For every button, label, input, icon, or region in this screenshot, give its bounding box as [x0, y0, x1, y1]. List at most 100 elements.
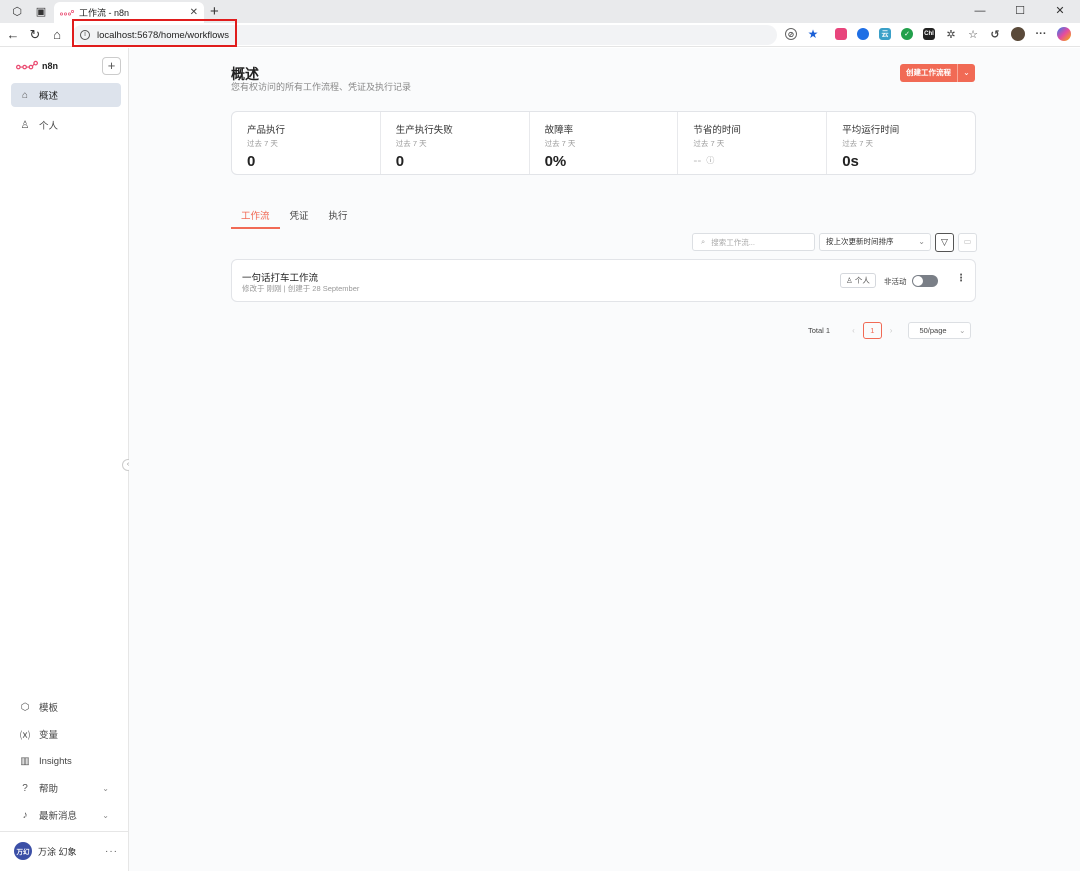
content-tabs: 工作流 凭证 执行 [231, 208, 358, 229]
page-size-value: 50/page [919, 325, 947, 335]
favorites-icon[interactable]: ☆ [967, 28, 979, 41]
profile-avatar-icon[interactable] [1011, 27, 1025, 41]
chevron-down-icon: ⌄ [102, 810, 109, 820]
stat-time-saved[interactable]: 节省的时间 过去 7 天 -- ⓘ [678, 112, 828, 174]
chevron-down-icon: ⌄ [918, 237, 925, 246]
browser-extensions: ⊘ ★ 云 ✓ ChI ✲ ☆ ↺ ··· [785, 27, 1071, 41]
close-tab-icon[interactable]: ✕ [190, 7, 198, 18]
extension-app-icon[interactable] [835, 28, 847, 40]
filter-button[interactable]: ▽ [935, 233, 954, 252]
search-icon: ⌕ [701, 237, 706, 246]
minimize-button[interactable]: — [960, 0, 1000, 23]
search-placeholder: 搜索工作流... [711, 237, 755, 247]
workflow-menu-icon[interactable]: ⋮ [956, 273, 966, 284]
tab-actions-icon[interactable]: ▣ [34, 5, 48, 19]
toggle-knob [913, 276, 923, 286]
sidebar-item-label: 帮助 [39, 784, 59, 795]
workflow-meta: 修改于 刚刚 | 创建于 28 September [242, 284, 360, 293]
user-name: 万涂 幻象 [38, 846, 77, 857]
stat-prod-executions[interactable]: 产品执行 过去 7 天 0 [232, 112, 381, 174]
sidebar-item-label: Insights [39, 755, 72, 767]
workspaces-icon[interactable]: ⬡ [10, 5, 24, 19]
sort-select[interactable]: 按上次更新时间排序 ⌄ [819, 233, 931, 251]
stat-period: 过去 7 天 [842, 139, 874, 148]
brand-logo[interactable]: n8n [16, 60, 58, 71]
page-number-button[interactable]: 1 [862, 321, 882, 339]
sidebar-item-overview[interactable]: ⌂ 概述 [11, 83, 121, 107]
url-highlight-annotation [72, 19, 237, 47]
workflow-row[interactable]: 一句话打车工作流 修改于 刚刚 | 创建于 28 September ♙ 个人 … [231, 259, 976, 302]
sidebar-item-variables[interactable]: ⒳ 变量 [11, 722, 121, 746]
browser-menu-icon[interactable]: ··· [1035, 28, 1047, 40]
sidebar-item-label: 最新消息 [39, 811, 78, 822]
stat-title: 生产执行失败 [395, 125, 453, 136]
favorite-star-icon[interactable]: ★ [807, 27, 819, 41]
stat-value: 0 [247, 153, 256, 170]
prev-page-icon[interactable]: ‹ [852, 326, 855, 335]
stat-period: 过去 7 天 [247, 139, 278, 148]
stat-value: 0s [842, 153, 859, 170]
chart-icon: ▥ [20, 755, 30, 767]
stat-failed-executions[interactable]: 生产执行失败 过去 7 天 0 [381, 112, 530, 174]
sidebar-item-help[interactable]: ? 帮助 ⌄ [11, 776, 121, 800]
sidebar-item-label: 变量 [39, 730, 59, 741]
chevron-down-icon: ⌄ [102, 783, 109, 793]
maximize-button[interactable]: ☐ [1000, 0, 1040, 23]
back-icon[interactable]: ← [2, 27, 24, 42]
stat-period: 过去 7 天 [693, 139, 725, 148]
sidebar-item-whats-new[interactable]: ♪ 最新消息 ⌄ [11, 803, 121, 827]
page-subtitle: 您有权访问的所有工作流程、凭证及执行记录 [231, 82, 412, 92]
more-options-icon[interactable]: ··· [105, 846, 118, 857]
sidebar-item-personal[interactable]: ♙ 个人 [11, 113, 121, 137]
stat-title: 平均运行时间 [842, 125, 900, 136]
active-toggle[interactable] [912, 275, 938, 287]
search-input[interactable]: ⌕ 搜索工作流... [692, 233, 815, 251]
n8n-logo-icon [60, 9, 74, 15]
home-browser-icon[interactable]: ⌂ [46, 27, 68, 42]
translate-icon[interactable]: ⊘ [785, 28, 797, 40]
tab-credentials[interactable]: 凭证 [280, 208, 319, 229]
user-profile[interactable]: 万幻 万涂 幻象 ··· [14, 842, 118, 860]
stat-period: 过去 7 天 [544, 139, 576, 148]
pagination: Total 1 ‹ 1 › 50/page ⌄ [808, 321, 972, 339]
sidebar-item-label: 模板 [39, 703, 59, 714]
extension-check-icon[interactable]: ✓ [901, 28, 913, 40]
tab-workflows[interactable]: 工作流 [231, 208, 280, 229]
window-controls: — ☐ ✕ [960, 0, 1080, 23]
page-size-select[interactable]: 50/page ⌄ [908, 321, 972, 339]
variable-icon: ⒳ [20, 730, 30, 742]
close-window-button[interactable]: ✕ [1040, 0, 1080, 23]
extension-chi-icon[interactable]: ChI [923, 28, 935, 40]
add-button[interactable]: + [102, 57, 121, 75]
copilot-icon[interactable] [1057, 27, 1071, 41]
tab-executions[interactable]: 执行 [319, 208, 358, 229]
next-page-icon[interactable]: › [890, 326, 893, 335]
sidebar-item-insights[interactable]: ▥ Insights [11, 749, 121, 773]
stat-value: 0% [544, 153, 567, 170]
home-icon: ⌂ [21, 89, 29, 101]
create-workflow-button[interactable]: 创建工作流程 ⌄ [900, 64, 975, 82]
sidebar: n8n + ⌂ 概述 ♙ 个人 ⬡ 模板 ⒳ 变量 ▥ Insights ? 帮… [0, 48, 129, 871]
extension-chat-icon[interactable] [857, 28, 869, 40]
reload-icon[interactable]: ↻ [24, 27, 46, 43]
history-icon[interactable]: ↺ [989, 28, 1001, 41]
add-folder-button[interactable]: ▭ [958, 233, 977, 252]
info-icon[interactable]: ⓘ [706, 156, 714, 165]
stat-failure-rate[interactable]: 故障率 过去 7 天 0% [530, 112, 679, 174]
chevron-down-icon[interactable]: ⌄ [957, 64, 975, 82]
stat-avg-runtime[interactable]: 平均运行时间 过去 7 天 0s [827, 112, 975, 174]
sidebar-divider [0, 831, 128, 832]
sidebar-item-templates[interactable]: ⬡ 模板 [11, 695, 121, 719]
stat-value: -- [693, 153, 702, 167]
filter-icon: ▽ [941, 237, 948, 247]
folder-icon: ▭ [963, 237, 972, 246]
extensions-puzzle-icon[interactable]: ✲ [945, 28, 957, 41]
new-tab-icon[interactable]: + [210, 3, 219, 20]
bell-icon: ♪ [22, 809, 28, 821]
stat-title: 节省的时间 [693, 125, 741, 136]
workflow-name[interactable]: 一句话打车工作流 [242, 270, 318, 284]
extension-cloud-icon[interactable]: 云 [879, 28, 891, 40]
create-workflow-label[interactable]: 创建工作流程 [900, 64, 957, 82]
owner-label: 个人 [854, 276, 870, 285]
avatar: 万幻 [14, 842, 32, 860]
